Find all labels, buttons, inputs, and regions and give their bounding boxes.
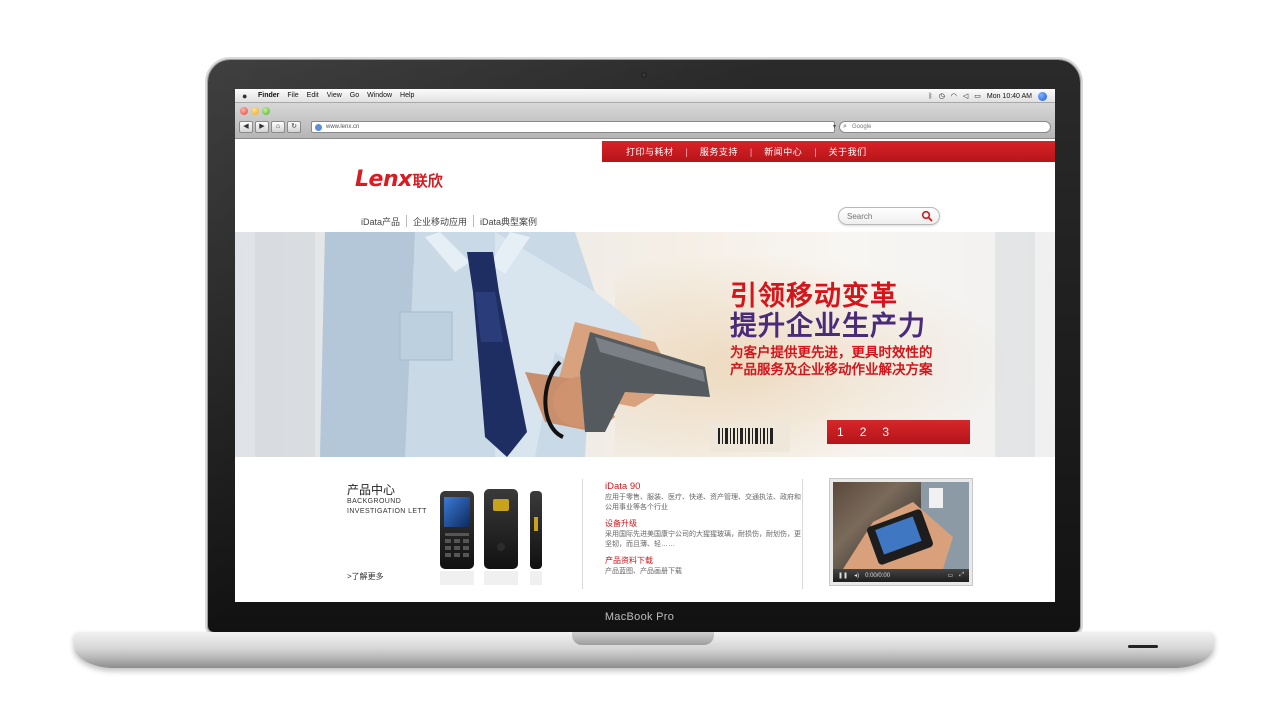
slider-pagination: 1 2 3 xyxy=(827,420,970,444)
product-center-subtitle: BACKGROUND INVESTIGATION LETT xyxy=(347,498,427,515)
apple-icon[interactable]: ● xyxy=(242,91,252,101)
idata90-text: 应用于零售、服装、医疗、快递、资产管理、交通执法、政府和公用事业等各个行业 xyxy=(605,494,801,511)
fullscreen-icon[interactable]: ⤢ xyxy=(959,572,964,579)
menu-finder[interactable]: Finder xyxy=(258,92,279,99)
site-search-input[interactable] xyxy=(847,211,917,222)
top-nav-news[interactable]: 新闻中心 xyxy=(764,145,802,158)
video-player[interactable]: ❚❚ ◂) 0:00/0:00 ▭ ⤢ xyxy=(829,478,973,586)
forward-button[interactable]: ▶ xyxy=(255,121,269,133)
hero-desc-line2: 产品服务及企业移动作业解决方案 xyxy=(730,362,933,377)
address-text: www.lenx.cn xyxy=(326,124,360,130)
video-thumbnail[interactable] xyxy=(833,482,969,569)
top-nav-about[interactable]: 关于我们 xyxy=(829,145,867,158)
hero-desc-line1: 为客户提供更先进，更具时效性的 xyxy=(730,345,933,360)
reload-button[interactable]: ↻ xyxy=(287,121,301,133)
site-search-box xyxy=(838,207,940,225)
site-icon xyxy=(315,124,322,131)
slide-2-button[interactable]: 2 xyxy=(860,425,867,439)
slide-1-button[interactable]: 1 xyxy=(837,425,844,439)
menu-window[interactable]: Window xyxy=(367,92,392,99)
logo-cn: 联欣 xyxy=(412,173,443,190)
top-nav-service[interactable]: 服务支持 xyxy=(700,145,738,158)
laptop-notch xyxy=(572,632,714,645)
upgrade-text: 采用国际先进美国康宁公司的大猩猩玻璃，耐损伤，耐划伤，更坚韧，而且薄、轻…… xyxy=(605,531,801,548)
mac-menubar: ● Finder File Edit View Go Window Help ᛒ… xyxy=(235,89,1055,103)
logo-en: Lenx xyxy=(355,167,412,192)
learn-more-link[interactable]: >了解更多 xyxy=(347,571,384,582)
time-machine-icon[interactable]: ◷ xyxy=(939,92,945,100)
menu-go[interactable]: Go xyxy=(350,92,359,99)
browser-nav-buttons: ◀ ▶ ⌂ ↻ xyxy=(239,121,301,133)
camera-icon xyxy=(641,72,647,78)
menu-file[interactable]: File xyxy=(287,92,298,99)
top-nav: 打印与耗材 | 服务支持 | 新闻中心 | 关于我们 xyxy=(602,141,1055,162)
hero-headline: 引领移动变革 xyxy=(730,281,898,311)
main-nav-enterprise-apps[interactable]: 企业移动应用 xyxy=(407,215,473,228)
handheld-devices-image[interactable] xyxy=(438,487,553,589)
window-minimize-button[interactable] xyxy=(251,107,259,115)
menu-view[interactable]: View xyxy=(327,92,342,99)
window-close-button[interactable] xyxy=(240,107,248,115)
video-time: 0:00/0:00 xyxy=(865,572,891,579)
search-icon: ⌕ xyxy=(843,123,847,130)
idata90-title[interactable]: iData 90 xyxy=(605,481,805,492)
main-nav-idata-cases[interactable]: iData典型案例 xyxy=(474,215,543,228)
browser-toolbar: ◀ ▶ ⌂ ↻ www.lenx.cn ▾ ⌕ Google xyxy=(235,103,1055,139)
product-center-title: 产品中心 xyxy=(347,483,396,497)
home-button[interactable]: ⌂ xyxy=(271,121,285,133)
volume-icon[interactable]: ◂) xyxy=(854,572,859,579)
bluetooth-icon[interactable]: ᛒ xyxy=(928,93,932,100)
battery-icon[interactable]: ▭ xyxy=(974,92,981,100)
menu-edit[interactable]: Edit xyxy=(307,92,319,99)
site-logo[interactable]: Lenx 联欣 xyxy=(355,167,443,195)
content-row: 产品中心 BACKGROUND INVESTIGATION LETT >了解更多 xyxy=(235,457,1055,602)
pause-icon[interactable]: ❚❚ xyxy=(838,572,848,579)
browser-search-placeholder: Google xyxy=(852,124,872,130)
wifi-icon[interactable]: ◠ xyxy=(951,92,957,100)
main-nav-idata-products[interactable]: iData产品 xyxy=(355,215,406,228)
info-column: iData 90 应用于零售、服装、医疗、快递、资产管理、交通执法、政府和公用事… xyxy=(605,481,805,582)
download-title[interactable]: 产品资料下载 xyxy=(605,555,805,566)
spotlight-icon[interactable] xyxy=(1038,91,1047,101)
menubar-status: ᛒ ◷ ◠ ◁ ▭ Mon 10:40 AM xyxy=(928,89,1047,103)
device-brand-label: MacBook Pro xyxy=(604,611,675,623)
content-divider xyxy=(582,479,583,589)
address-bar[interactable]: www.lenx.cn xyxy=(311,121,835,133)
video-controls: ❚❚ ◂) 0:00/0:00 ▭ ⤢ xyxy=(833,569,969,582)
web-page: 打印与耗材 | 服务支持 | 新闻中心 | 关于我们 Lenx 联欣 iData… xyxy=(235,139,1055,602)
main-nav: iData产品 企业移动应用 iData典型案例 xyxy=(355,211,543,231)
slide-3-button[interactable]: 3 xyxy=(882,425,889,439)
menu-help[interactable]: Help xyxy=(400,92,414,99)
barcode-image xyxy=(710,422,790,452)
menubar-clock[interactable]: Mon 10:40 AM xyxy=(987,93,1032,100)
hero-subheadline: 提升企业生产力 xyxy=(730,311,926,341)
hero-banner[interactable]: 引领移动变革 提升企业生产力 为客户提供更先进，更具时效性的 产品服务及企业移动… xyxy=(235,232,1055,457)
browser-search-field[interactable]: ⌕ Google xyxy=(839,121,1051,133)
search-icon[interactable] xyxy=(921,210,933,222)
window-zoom-button[interactable] xyxy=(262,107,270,115)
upgrade-title[interactable]: 设备升级 xyxy=(605,518,805,529)
hero-worker-image xyxy=(320,232,710,457)
download-text: 产品蓝图、产品画册下载 xyxy=(605,568,682,575)
captions-icon[interactable]: ▭ xyxy=(948,572,954,579)
hero-text: 引领移动变革 提升企业生产力 为客户提供更先进，更具时效性的 产品服务及企业移动… xyxy=(730,280,933,378)
volume-icon[interactable]: ◁ xyxy=(963,92,968,100)
back-button[interactable]: ◀ xyxy=(239,121,253,133)
top-nav-print[interactable]: 打印与耗材 xyxy=(626,145,674,158)
screen: ● Finder File Edit View Go Window Help ᛒ… xyxy=(235,89,1055,602)
sleep-light xyxy=(1128,645,1158,648)
